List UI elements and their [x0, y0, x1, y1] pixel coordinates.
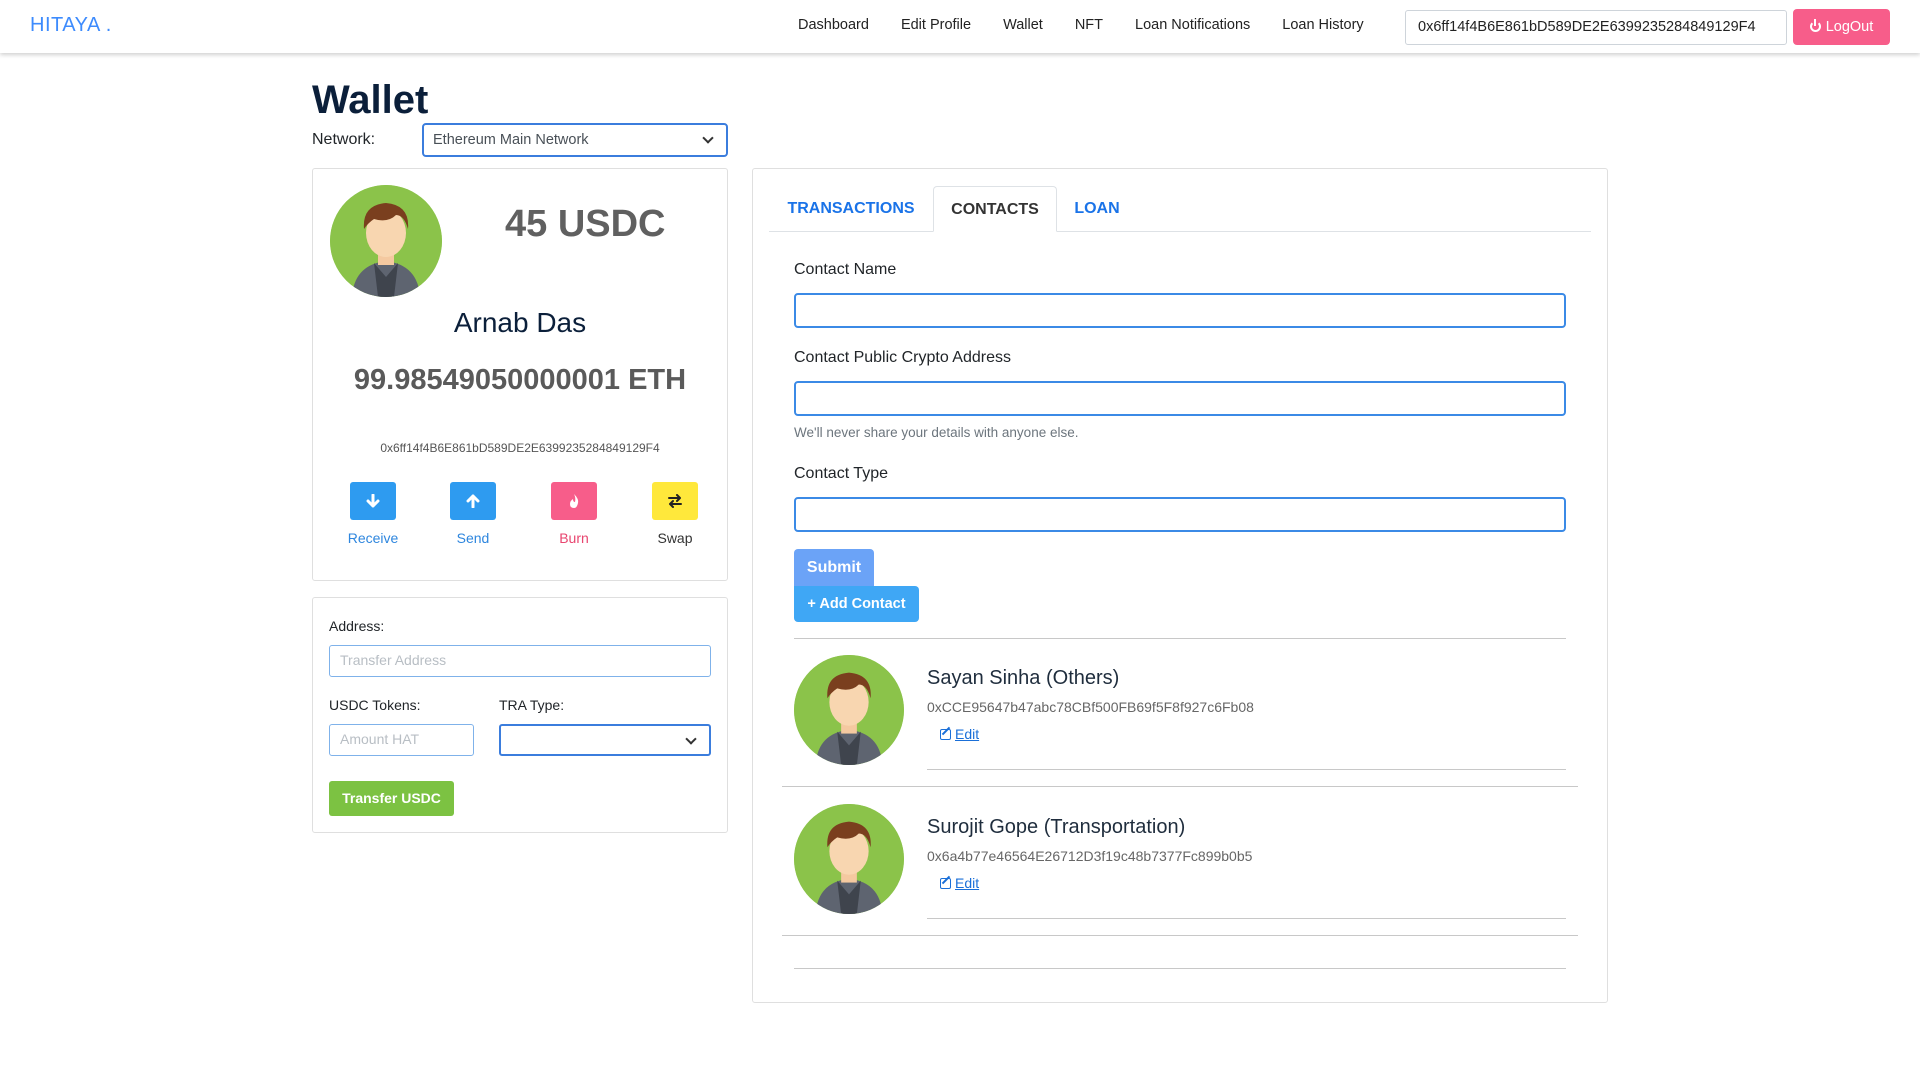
edit-icon	[940, 878, 951, 889]
user-avatar	[330, 185, 442, 297]
tra-type-label: TRA Type:	[499, 697, 565, 713]
contact-type-input[interactable]	[794, 497, 1566, 532]
swap-icon[interactable]	[652, 482, 698, 520]
divider	[782, 935, 1578, 936]
receive-action[interactable]: Receive	[343, 482, 403, 546]
tra-type-select[interactable]	[499, 724, 711, 756]
power-icon	[1809, 19, 1821, 32]
contact-avatar	[794, 655, 904, 765]
tab-loan[interactable]: LOAN	[1057, 186, 1137, 232]
divider	[794, 968, 1566, 969]
edit-label: Edit	[955, 726, 980, 742]
send-action[interactable]: Send	[443, 482, 503, 546]
avatar-icon	[794, 655, 904, 765]
burn-action[interactable]: Burn	[544, 482, 604, 546]
network-select[interactable]: Ethereum Main Network	[422, 123, 728, 157]
divider	[927, 769, 1566, 770]
eth-balance: 99.98549050000001 ETH	[353, 364, 687, 396]
logout-button[interactable]: LogOut	[1793, 9, 1890, 45]
tab-bar: TRANSACTIONS CONTACTS LOAN	[769, 186, 1591, 232]
network-label: Network:	[312, 131, 376, 148]
contact-type-label: Contact Type	[794, 465, 888, 482]
contact-address-input[interactable]	[794, 381, 1566, 416]
contact-name-input[interactable]	[794, 293, 1566, 328]
edit-label: Edit	[955, 875, 980, 891]
network-select-value: Ethereum Main Network	[433, 132, 589, 148]
profile-wallet-address: 0x6ff14f4B6E861bD589DE2E6399235284849129…	[380, 441, 660, 455]
swap-action[interactable]: Swap	[645, 482, 705, 546]
swap-label: Swap	[657, 530, 693, 546]
flame-icon[interactable]	[551, 482, 597, 520]
contact-name: Surojit Gope (Transportation)	[927, 816, 1186, 838]
add-contact-button[interactable]: + Add Contact	[794, 586, 919, 622]
usdc-amount-placeholder: Amount HAT	[340, 731, 420, 747]
burn-label: Burn	[559, 530, 589, 546]
edit-contact-link[interactable]: Edit	[940, 726, 979, 742]
nav-nft[interactable]: NFT	[1075, 17, 1103, 33]
contact-name-label: Contact Name	[794, 261, 897, 278]
nav-loan-history[interactable]: Loan History	[1282, 17, 1363, 33]
page-title: Wallet	[312, 78, 429, 122]
avatar-icon	[794, 804, 904, 914]
contact-help-text: We'll never share your details with anyo…	[794, 425, 1079, 440]
nav-dashboard[interactable]: Dashboard	[798, 17, 869, 33]
transfer-address-input[interactable]: Transfer Address	[329, 645, 711, 677]
wallet-actions: Receive Send Burn Swap	[343, 482, 713, 552]
nav-edit-profile[interactable]: Edit Profile	[901, 17, 971, 33]
transfer-card: Address: Transfer Address USDC Tokens: T…	[312, 597, 728, 833]
submit-button[interactable]: Submit	[794, 549, 874, 586]
chevron-down-icon	[702, 132, 714, 144]
logout-label: LogOut	[1825, 19, 1874, 35]
contacts-card: TRANSACTIONS CONTACTS LOAN Contact Name …	[752, 168, 1608, 1003]
usdc-amount-input[interactable]: Amount HAT	[329, 724, 474, 756]
user-name: Arnab Das	[453, 307, 587, 338]
arrow-down-icon[interactable]	[350, 482, 396, 520]
transfer-address-label: Address:	[329, 618, 385, 634]
top-navbar: HITAYA . Dashboard Edit Profile Wallet N…	[0, 0, 1920, 53]
edit-icon	[940, 729, 951, 740]
receive-label: Receive	[347, 530, 399, 546]
transfer-address-placeholder: Transfer Address	[340, 652, 447, 668]
arrow-up-icon[interactable]	[450, 482, 496, 520]
chevron-down-icon	[685, 733, 697, 745]
transfer-usdc-button[interactable]: Transfer USDC	[329, 781, 454, 816]
contact-address-label: Contact Public Crypto Address	[794, 349, 1011, 366]
contact-address: 0x6a4b77e46564E26712D3f19c48b7377Fc899b0…	[927, 848, 1253, 864]
contact-avatar	[794, 804, 904, 914]
send-label: Send	[456, 530, 490, 546]
usdc-tokens-label: USDC Tokens:	[329, 697, 421, 713]
profile-card: 45 USDC Arnab Das 99.98549050000001 ETH …	[312, 168, 728, 581]
contact-name: Sayan Sinha (Others)	[927, 667, 1120, 689]
contact-address: 0xCCE95647b47abc78CBf500FB69f5F8f927c6Fb…	[927, 699, 1254, 715]
divider	[782, 786, 1578, 787]
avatar-icon	[330, 185, 442, 297]
tab-transactions[interactable]: TRANSACTIONS	[769, 186, 933, 232]
wallet-address-display[interactable]: 0x6ff14f4B6E861bD589DE2E6399235284849129…	[1405, 10, 1787, 45]
edit-contact-link[interactable]: Edit	[940, 875, 979, 891]
brand-logo[interactable]: HITAYA .	[30, 14, 112, 37]
divider	[794, 638, 1566, 639]
nav-loan-notifications[interactable]: Loan Notifications	[1135, 17, 1250, 33]
tab-contacts[interactable]: CONTACTS	[933, 186, 1057, 232]
divider	[927, 918, 1566, 919]
usdc-balance: 45 USDC	[505, 203, 666, 245]
nav-wallet[interactable]: Wallet	[1003, 17, 1043, 33]
nav-links: Dashboard Edit Profile Wallet NFT Loan N…	[798, 17, 1396, 33]
